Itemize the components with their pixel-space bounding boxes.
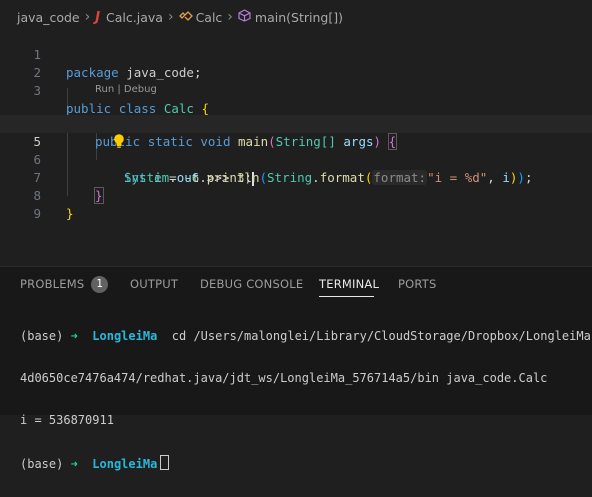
code-line-8: 8 } [0,169,592,221]
panel-tabs: PROBLEMS 1 OUTPUT DEBUG CONSOLE TERMINAL… [0,267,592,301]
code-line-7: 7 } [0,151,592,204]
line-number: 9 [33,206,41,221]
tab-debug-console[interactable]: DEBUG CONSOLE [200,267,303,301]
codelens-run-debug[interactable]: Run | Debug [95,84,157,95]
terminal-output[interactable]: (base) ➜ LongleiMa cd /Users/malonglei/L… [20,301,592,497]
terminal-line: 4d0650ce7476a474/redhat.java/jdt_ws/Long… [20,371,548,385]
breadcrumb-method[interactable]: main(String[]) [238,9,343,25]
breadcrumb-folder-label: java_code [17,9,80,25]
code-line-3: 3 public class Calc { [0,64,592,116]
tab-output-label: OUTPUT [130,277,179,291]
breadcrumb-class-label: Calc [195,9,223,25]
chevron-right-icon: › [227,9,233,25]
breadcrumb-file[interactable]: J Calc.java [95,10,163,25]
breadcrumb-file-label: Calc.java [106,9,163,25]
program-output: i = 536870911 [20,413,114,427]
breadcrumb-folder[interactable]: java_code [17,10,80,25]
code-editor[interactable]: 1 package java_code; 2 3 public class Ca… [0,34,592,266]
code-line-6: 6 System.out.println(String.format(forma… [0,133,592,185]
token-brace: } [66,206,74,221]
chevron-right-icon: › [167,9,174,25]
code-line-4: 4 public static void main(String[] args)… [0,97,592,150]
terminal-command: cd /Users/malonglei/Library/CloudStorage… [171,329,592,343]
method-cube-icon [238,9,251,25]
tab-output[interactable]: OUTPUT [130,267,178,301]
tab-problems-label: PROBLEMS [20,277,85,291]
tab-problems[interactable]: PROBLEMS 1 [20,267,109,301]
tab-terminal-label: TERMINAL [319,277,380,291]
problems-count-badge: 1 [91,275,109,293]
breadcrumb-method-label: main(String[]) [254,9,343,25]
bottom-panel: PROBLEMS 1 OUTPUT DEBUG CONSOLE TERMINAL… [0,266,592,471]
prompt-arrow-icon: ➜ [70,457,78,471]
terminal-line: (base) ➜ LongleiMa cd /Users/malonglei/L… [20,329,592,343]
chevron-right-icon: › [84,9,91,25]
terminal-cursor [160,455,170,470]
active-tab-indicator [319,296,374,297]
class-icon [178,10,193,25]
terminal-user: LongleiMa [92,329,158,343]
tab-ports-label: PORTS [398,277,437,291]
code-line-1: 1 package java_code; [0,28,592,80]
code-line-2: 2 [0,46,592,80]
code-line-9: 9 [0,187,592,221]
terminal-line: i = 536870911 [20,413,592,427]
lightbulb-icon[interactable] [67,114,124,148]
java-file-icon: J [95,9,101,25]
tab-ports[interactable]: PORTS [398,267,436,301]
code-line-5: 5 int i = -6 >>> 3; [0,114,592,186]
terminal-user: LongleiMa [92,457,158,471]
breadcrumb-class[interactable]: Calc [178,9,223,25]
terminal-line: (base) ➜ LongleiMa [20,455,592,471]
prompt-arrow-icon: ➜ [70,329,78,343]
tab-debug-console-label: DEBUG CONSOLE [200,277,304,291]
